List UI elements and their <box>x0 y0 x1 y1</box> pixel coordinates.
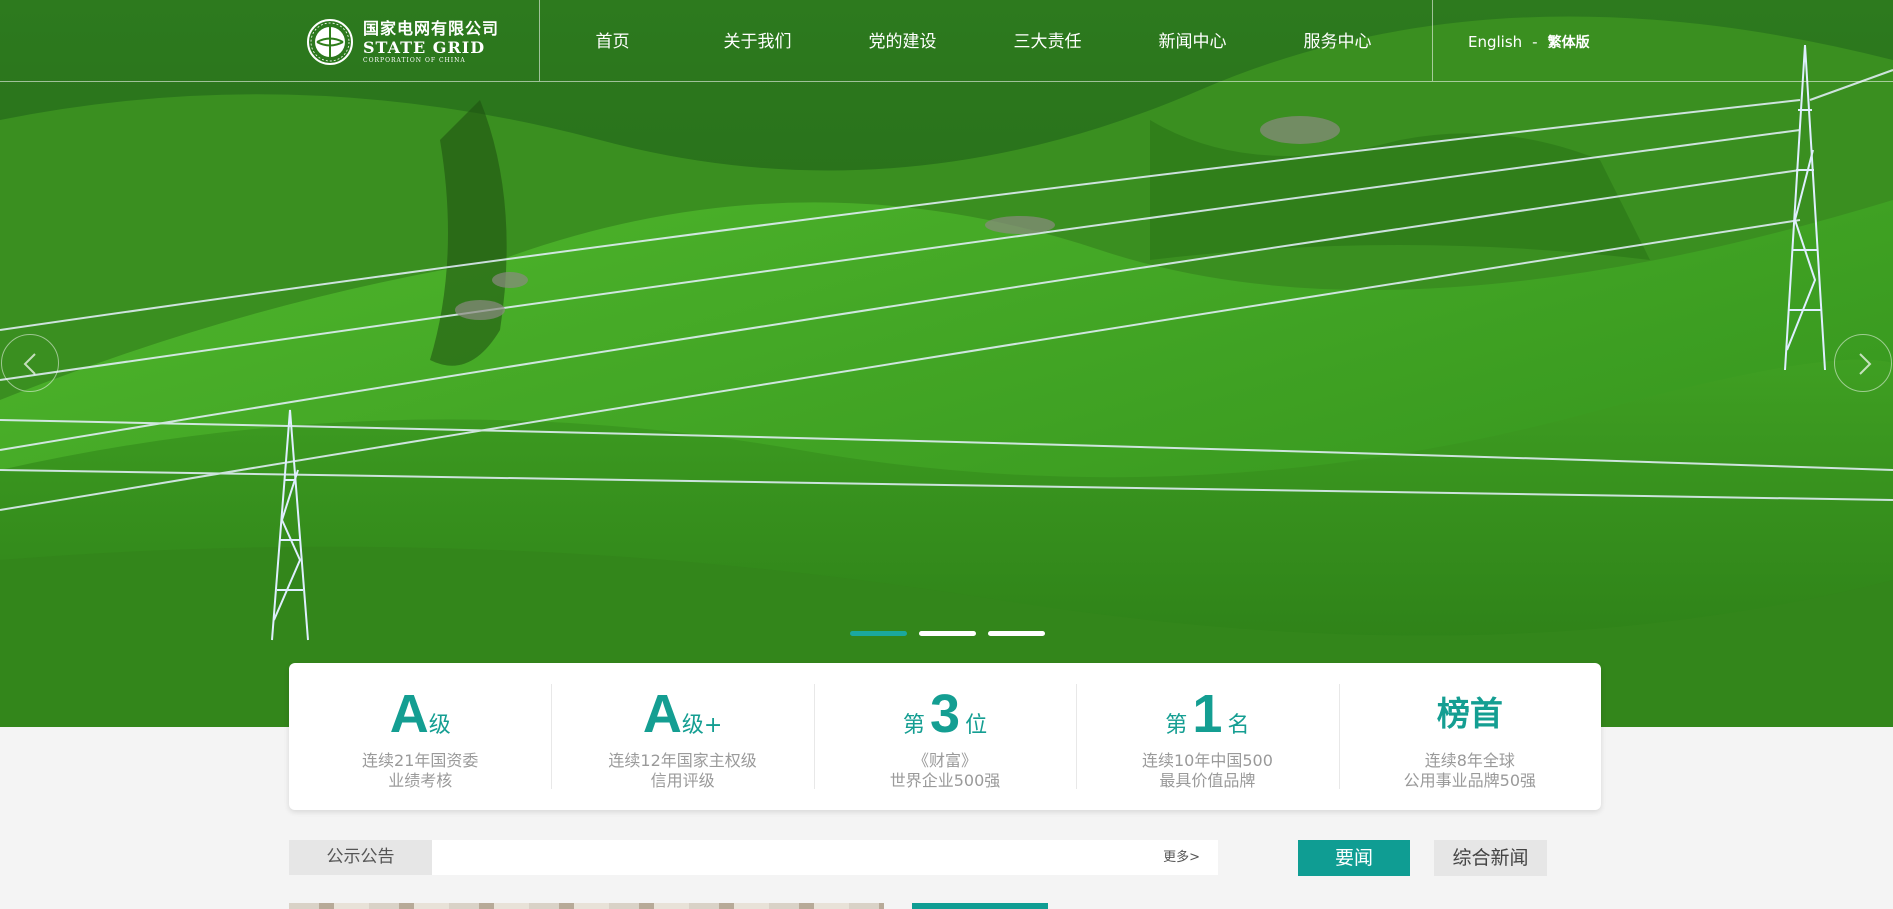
achievements-card: A级 连续21年国资委 业绩考核 A级+ 连续12年国家主权级 信用评级 第 3… <box>289 663 1601 810</box>
state-grid-emblem-icon <box>307 19 353 65</box>
notice-more-link[interactable]: 更多> <box>1163 840 1200 875</box>
nav-about[interactable]: 关于我们 <box>685 0 830 81</box>
carousel-dot-1[interactable] <box>850 631 907 636</box>
hero-landscape-image <box>0 0 1893 727</box>
lang-separator: - <box>1532 33 1538 51</box>
lang-traditional-link[interactable]: 繁体版 <box>1548 35 1590 51</box>
nav-home[interactable]: 首页 <box>540 0 685 81</box>
stat-value: 榜首 <box>1436 694 1503 733</box>
header-divider-right <box>1432 0 1433 81</box>
nav-service-center[interactable]: 服务中心 <box>1265 0 1410 81</box>
language-switcher: English - 繁体版 <box>1468 0 1590 85</box>
news-image-strip <box>289 903 884 909</box>
stat-desc-line2: 世界企业500强 <box>889 771 1001 790</box>
carousel-prev-button[interactable] <box>1 334 59 392</box>
tab-general-news[interactable]: 综合新闻 <box>1434 840 1547 876</box>
stat-desc-line1: 连续10年中国500 <box>1141 751 1273 770</box>
carousel-next-button[interactable] <box>1834 334 1892 392</box>
stat-desc-line1: 连续8年全球 <box>1424 751 1515 770</box>
notice-bar: 公示公告 更多> <box>289 840 1218 875</box>
logo-name-cn: 国家电网有限公司 <box>363 18 500 38</box>
stat-suffix: 位 <box>965 713 988 738</box>
hero-banner <box>0 0 1893 727</box>
stat-value: 1 <box>1192 684 1223 744</box>
nav-responsibility[interactable]: 三大责任 <box>975 0 1120 81</box>
lang-english-link[interactable]: English <box>1468 33 1522 51</box>
stat-desc-line2: 信用评级 <box>650 771 715 790</box>
carousel-dot-3[interactable] <box>988 631 1045 636</box>
logo-name-en: State Grid <box>363 37 486 57</box>
stat-value: 3 <box>929 684 961 744</box>
stat-suffix: 级+ <box>681 713 723 738</box>
nav-party-building[interactable]: 党的建设 <box>830 0 975 81</box>
logo-subtitle: CORPORATION OF CHINA <box>363 56 466 64</box>
stat-desc-line1: 连续21年国资委 <box>362 751 479 770</box>
notice-label: 公示公告 <box>289 840 432 875</box>
stat-value: A <box>389 684 429 744</box>
nav-news-center[interactable]: 新闻中心 <box>1120 0 1265 81</box>
stat-prefix: 第 <box>902 713 925 738</box>
carousel-indicators <box>850 631 1045 636</box>
stat-desc-line2: 最具价值品牌 <box>1159 771 1256 790</box>
stat-item: 榜首 连续8年全球 公用事业品牌50强 <box>1338 663 1601 810</box>
stat-item: 第 1 名 连续10年中国500 最具价值品牌 <box>1076 663 1338 810</box>
stat-desc-line1: 《财富》 <box>913 751 978 770</box>
stat-suffix: 名 <box>1227 713 1250 738</box>
stat-value: A <box>642 684 682 744</box>
top-header: 国家电网有限公司 State Grid CORPORATION OF CHINA… <box>0 0 1893 82</box>
news-section-accent-bar <box>912 903 1048 909</box>
stat-suffix: 级 <box>428 713 451 738</box>
main-nav: 首页 关于我们 党的建设 三大责任 新闻中心 服务中心 <box>540 0 1410 81</box>
stat-item: 第 3 位 《财富》 世界企业500强 <box>813 663 1076 810</box>
stat-item: A级 连续21年国资委 业绩考核 <box>289 663 551 810</box>
tab-headline-news[interactable]: 要闻 <box>1298 840 1410 876</box>
stat-prefix: 第 <box>1165 713 1188 738</box>
stat-desc-line1: 连续12年国家主权级 <box>608 751 757 770</box>
chevron-left-icon <box>23 353 36 375</box>
chevron-right-icon <box>1859 353 1872 375</box>
state-grid-logo[interactable]: 国家电网有限公司 State Grid CORPORATION OF CHINA <box>305 18 505 66</box>
carousel-dot-2[interactable] <box>919 631 976 636</box>
stat-desc-line2: 业绩考核 <box>388 771 453 790</box>
stat-desc-line2: 公用事业品牌50强 <box>1403 771 1537 790</box>
stat-item: A级+ 连续12年国家主权级 信用评级 <box>551 663 813 810</box>
